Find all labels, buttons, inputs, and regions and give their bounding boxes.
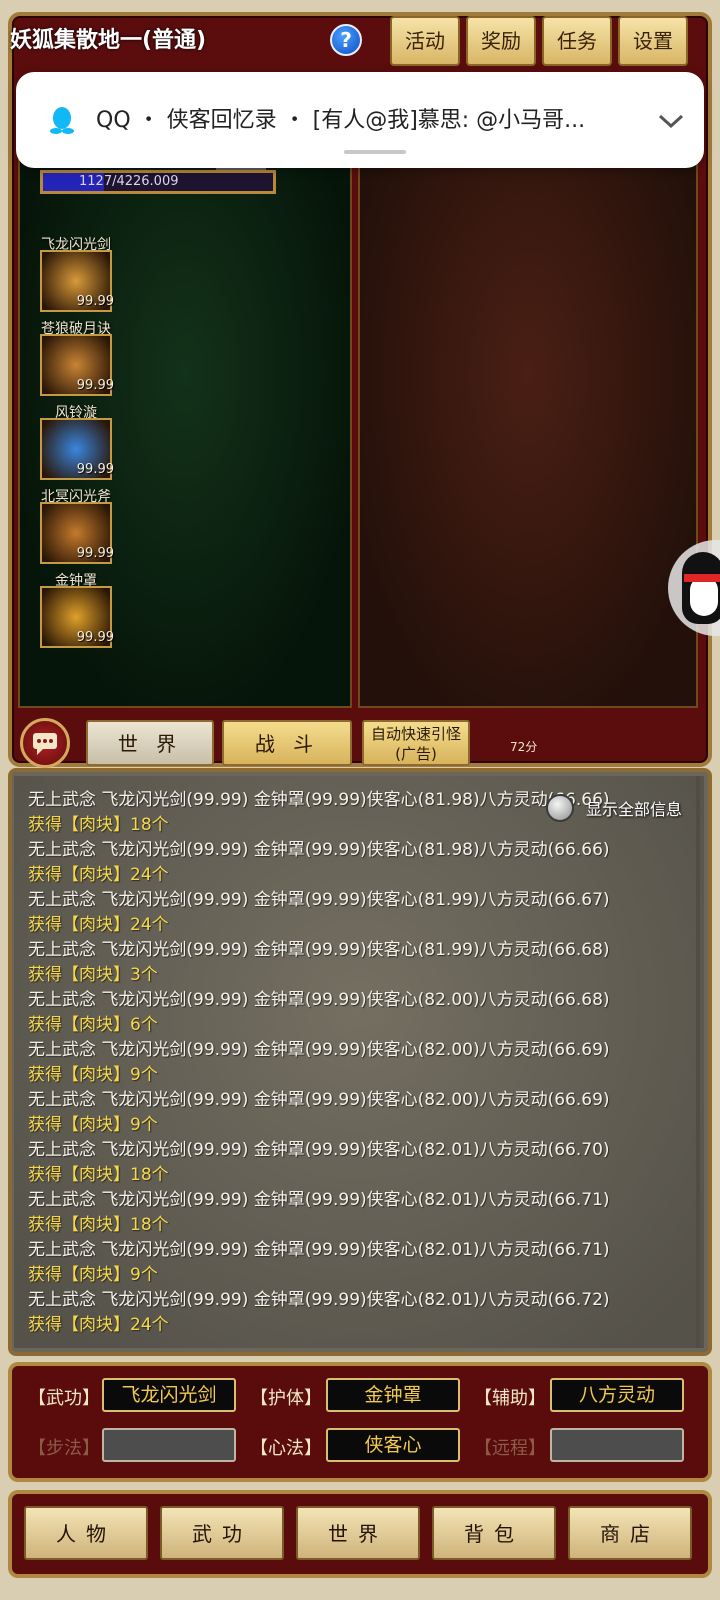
auto-lure-button[interactable]: 自动快速引怪 (广告) xyxy=(362,720,470,766)
hp-bar: 1127/4226.009 xyxy=(40,170,276,194)
log-loot-line: 获得【肉块】6个 xyxy=(28,1015,158,1035)
log-loot-line: 获得【肉块】18个 xyxy=(28,1165,169,1185)
nav-character[interactable]: 人物 xyxy=(24,1506,148,1560)
xinfa-slot[interactable]: 侠客心 xyxy=(326,1428,460,1462)
log-scrollbar[interactable] xyxy=(696,776,700,1348)
qq-icon xyxy=(50,107,74,134)
nav-world[interactable]: 世界 xyxy=(296,1506,420,1560)
huti-slot[interactable]: 金钟罩 xyxy=(326,1378,460,1412)
log-status-line: 无上武念 飞龙闪光剑(99.99) 金钟罩(99.99)侠客心(82.01)八方… xyxy=(28,1240,610,1260)
radio-icon[interactable] xyxy=(546,794,574,822)
nav-shop[interactable]: 商店 xyxy=(568,1506,692,1560)
log-status-line: 无上武念 飞龙闪光剑(99.99) 金钟罩(99.99)侠客心(81.98)八方… xyxy=(28,840,610,860)
skill-slot[interactable]: 风铃漩 99.99 xyxy=(36,402,114,482)
show-all-toggle[interactable]: 显示全部信息 xyxy=(546,792,696,822)
log-status-line: 无上武念 飞龙闪光剑(99.99) 金钟罩(99.99)侠客心(81.99)八方… xyxy=(28,890,610,910)
log-status-line: 无上武念 飞龙闪光剑(99.99) 金钟罩(99.99)侠客心(82.00)八方… xyxy=(28,990,610,1010)
chat-icon[interactable] xyxy=(20,718,70,768)
log-status-line: 无上武念 飞龙闪光剑(99.99) 金钟罩(99.99)侠客心(82.00)八方… xyxy=(28,1040,610,1060)
wugong-slot[interactable]: 飞龙闪光剑 xyxy=(102,1378,236,1412)
tab-world[interactable]: 世 界 xyxy=(86,720,214,766)
log-loot-line: 获得【肉块】9个 xyxy=(28,1115,158,1135)
log-status-line: 无上武念 飞龙闪光剑(99.99) 金钟罩(99.99)侠客心(82.01)八方… xyxy=(28,1190,610,1210)
log-loot-line: 获得【肉块】18个 xyxy=(28,1215,169,1235)
auto-lure-label: 自动快速引怪 xyxy=(370,725,461,743)
xinfa-label: 【心法】 xyxy=(250,1438,322,1459)
reward-button[interactable]: 奖励 xyxy=(466,16,536,66)
enemy-panel xyxy=(358,150,698,708)
skill-proficiency: 99.99 xyxy=(76,462,114,477)
nav-martial-arts[interactable]: 武功 xyxy=(160,1506,284,1560)
skill-slot[interactable]: 北冥闪光斧 99.99 xyxy=(36,486,114,566)
skill-proficiency: 99.99 xyxy=(76,378,114,393)
hp-text: 1127/4226.009 xyxy=(79,174,179,189)
huti-label: 【护体】 xyxy=(250,1388,322,1409)
wugong-label: 【武功】 xyxy=(28,1388,100,1409)
task-button[interactable]: 任务 xyxy=(542,16,612,66)
yuancheng-label: 【远程】 xyxy=(474,1438,546,1459)
auto-lure-ad-label: (广告) xyxy=(395,745,437,763)
log-loot-line: 获得【肉块】3个 xyxy=(28,965,158,985)
log-loot-line: 获得【肉块】9个 xyxy=(28,1065,158,1085)
skill-slot[interactable]: 飞龙闪光剑 99.99 xyxy=(36,234,114,314)
map-title: 妖狐集散地一(普通) xyxy=(10,28,207,53)
settings-button[interactable]: 设置 xyxy=(618,16,688,66)
qq-penguin-belly xyxy=(690,576,718,616)
skill-proficiency: 99.99 xyxy=(76,546,114,561)
notification-handle[interactable] xyxy=(344,150,406,154)
activity-button[interactable]: 活动 xyxy=(390,16,460,66)
fuzhu-label: 【辅助】 xyxy=(474,1388,546,1409)
log-loot-line: 获得【肉块】24个 xyxy=(28,1315,169,1335)
log-status-line: 无上武念 飞龙闪光剑(99.99) 金钟罩(99.99)侠客心(81.99)八方… xyxy=(28,940,610,960)
battle-log[interactable]: 无上武念 飞龙闪光剑(99.99) 金钟罩(99.99)侠客心(81.98)八方… xyxy=(14,776,704,1348)
qq-notification[interactable]: QQ ・ 侠客回忆录 ・ [有人@我]慕思: @小马哥... xyxy=(16,72,704,168)
skill-slot[interactable]: 金钟罩 99.99 xyxy=(36,570,114,650)
log-loot-line: 获得【肉块】24个 xyxy=(28,915,169,935)
log-loot-line: 获得【肉块】9个 xyxy=(28,1265,158,1285)
chevron-down-icon[interactable] xyxy=(656,106,686,136)
skill-proficiency: 99.99 xyxy=(76,630,114,645)
bufa-slot[interactable] xyxy=(102,1428,236,1462)
skill-proficiency: 99.99 xyxy=(76,294,114,309)
log-loot-line: 获得【肉块】24个 xyxy=(28,865,169,885)
notification-text: QQ ・ 侠客回忆录 ・ [有人@我]慕思: @小马哥... xyxy=(96,108,586,133)
bufa-label: 【步法】 xyxy=(28,1438,100,1459)
log-status-line: 无上武念 飞龙闪光剑(99.99) 金钟罩(99.99)侠客心(82.01)八方… xyxy=(28,1290,610,1310)
tab-battle[interactable]: 战 斗 xyxy=(222,720,352,766)
qq-penguin-scarf xyxy=(684,574,720,582)
show-all-label: 显示全部信息 xyxy=(586,800,683,819)
skill-slot[interactable]: 苍狼破月诀 99.99 xyxy=(36,318,114,398)
chat-bubble-icon xyxy=(33,733,57,755)
log-status-line: 无上武念 飞龙闪光剑(99.99) 金钟罩(99.99)侠客心(82.00)八方… xyxy=(28,1090,610,1110)
yuancheng-slot[interactable] xyxy=(550,1428,684,1462)
score-label: 72分 xyxy=(510,740,538,754)
fuzhu-slot[interactable]: 八方灵动 xyxy=(550,1378,684,1412)
help-icon[interactable]: ? xyxy=(330,24,362,56)
log-status-line: 无上武念 飞龙闪光剑(99.99) 金钟罩(99.99)侠客心(82.01)八方… xyxy=(28,1140,610,1160)
nav-backpack[interactable]: 背包 xyxy=(432,1506,556,1560)
